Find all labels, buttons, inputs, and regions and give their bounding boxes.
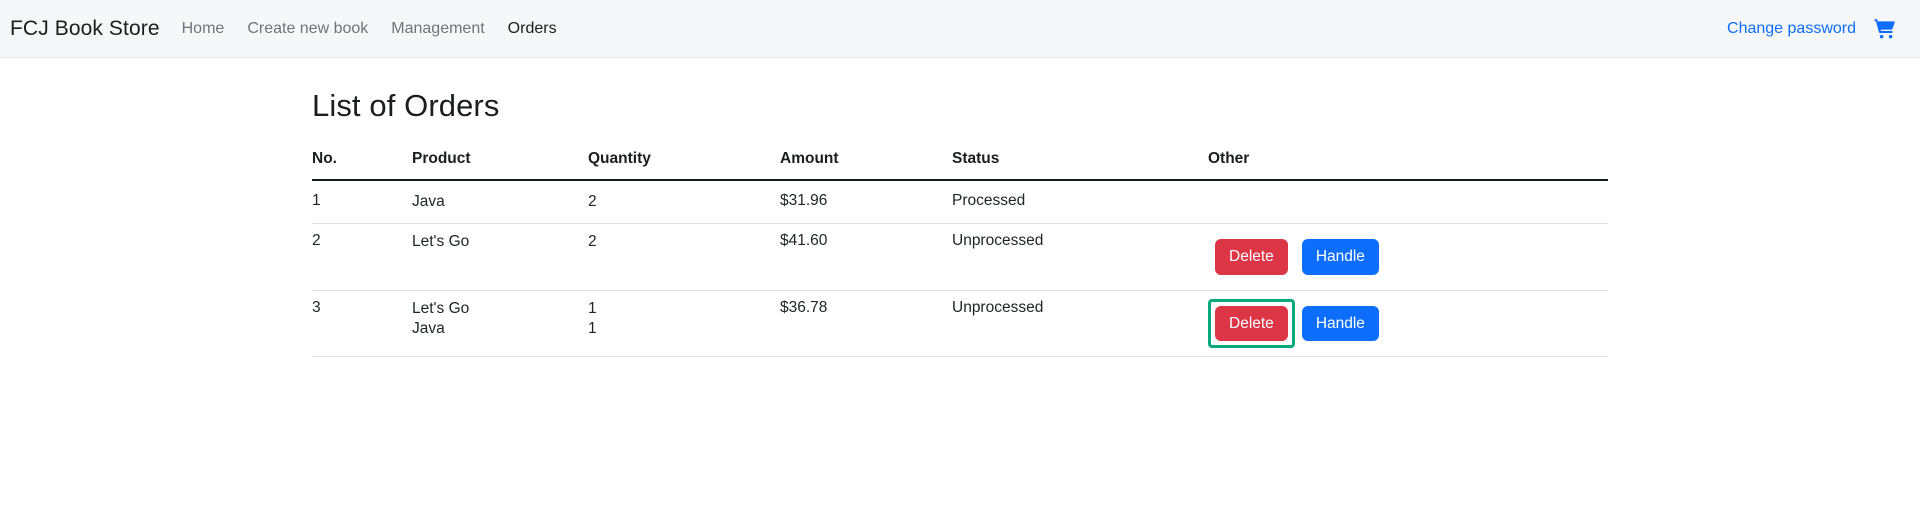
brand-logo[interactable]: FCJ Book Store — [10, 17, 160, 41]
column-header-other: Other — [1208, 150, 1608, 181]
cell-other: Delete Handle — [1208, 223, 1608, 291]
quantity-value: 1 — [588, 319, 597, 337]
table-header-row: No. Product Quantity Amount Status Other — [312, 150, 1608, 181]
orders-table-head: No. Product Quantity Amount Status Other — [312, 150, 1608, 181]
column-header-product: Product — [412, 150, 588, 181]
column-header-no: No. — [312, 150, 412, 181]
cell-no: 1 — [312, 180, 412, 224]
cell-no: 2 — [312, 223, 412, 291]
nav-link-orders[interactable]: Orders — [508, 20, 557, 37]
product-name: Let's Go — [412, 299, 470, 317]
nav-item-create-new-book: Create new book — [247, 20, 368, 38]
quantity-value: 2 — [588, 233, 597, 250]
table-row: 3 Let's Go Java 1 1 $36.78 Unprocessed D… — [312, 290, 1608, 357]
nav-item-orders: Orders — [508, 20, 557, 38]
table-row: 2 Let's Go 2 $41.60 Unprocessed Delete H… — [312, 223, 1608, 291]
table-row: 1 Java 2 $31.96 Processed — [312, 180, 1608, 224]
main-content: List of Orders No. Product Quantity Amou… — [0, 58, 1920, 357]
cell-other — [1208, 180, 1608, 224]
product-name: Let's Go — [412, 233, 470, 250]
column-header-amount: Amount — [780, 150, 952, 181]
cell-other: Delete Handle — [1208, 290, 1608, 357]
nav-item-home: Home — [182, 20, 225, 38]
primary-nav: Home Create new book Management Orders — [182, 20, 557, 38]
row-action-buttons: Delete Handle — [1208, 298, 1608, 349]
nav-link-management[interactable]: Management — [391, 20, 484, 37]
navbar-right-section: Change password — [1727, 16, 1898, 42]
nav-item-management: Management — [391, 20, 484, 38]
cell-status: Unprocessed — [952, 223, 1208, 291]
row-action-buttons: Delete Handle — [1208, 232, 1608, 282]
cell-product: Java — [412, 180, 588, 224]
cell-quantity: 1 1 — [588, 290, 780, 357]
cell-quantity: 2 — [588, 223, 780, 291]
cell-amount: $36.78 — [780, 290, 952, 357]
product-name: Java — [412, 193, 445, 210]
column-header-status: Status — [952, 150, 1208, 181]
delete-button-highlight-box: Delete — [1208, 298, 1295, 348]
nav-link-create-new-book[interactable]: Create new book — [247, 20, 368, 37]
handle-button-slot: Handle — [1295, 232, 1386, 282]
cell-no: 3 — [312, 290, 412, 357]
column-header-quantity: Quantity — [588, 150, 780, 181]
delete-button-slot: Delete — [1208, 232, 1295, 282]
shopping-cart-icon[interactable] — [1872, 16, 1898, 42]
change-password-link[interactable]: Change password — [1727, 20, 1856, 38]
orders-table: No. Product Quantity Amount Status Other… — [312, 150, 1608, 357]
cell-amount: $31.96 — [780, 180, 952, 224]
cell-quantity: 2 — [588, 180, 780, 224]
quantity-value: 2 — [588, 193, 597, 210]
delete-button[interactable]: Delete — [1215, 305, 1288, 341]
cell-status: Unprocessed — [952, 290, 1208, 357]
cell-product: Let's Go Java — [412, 290, 588, 357]
handle-button-slot: Handle — [1295, 299, 1386, 349]
cell-product: Let's Go — [412, 223, 588, 291]
delete-button[interactable]: Delete — [1215, 239, 1288, 275]
handle-button[interactable]: Handle — [1301, 239, 1379, 275]
nav-link-home[interactable]: Home — [182, 20, 225, 37]
top-navbar: FCJ Book Store Home Create new book Mana… — [0, 0, 1920, 58]
orders-table-body: 1 Java 2 $31.96 Processed 2 Let's Go 2 $… — [312, 180, 1608, 357]
cell-amount: $41.60 — [780, 223, 952, 291]
cell-status: Processed — [952, 180, 1208, 224]
handle-button[interactable]: Handle — [1301, 305, 1379, 341]
quantity-value: 1 — [588, 299, 597, 317]
page-title: List of Orders — [312, 88, 500, 123]
product-name: Java — [412, 319, 445, 337]
